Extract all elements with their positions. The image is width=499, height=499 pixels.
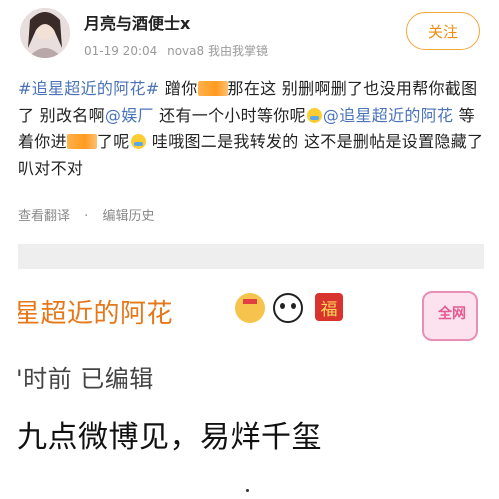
post-meta: 01-19 20:04 nova8 我由我掌镜 [84, 42, 274, 59]
follow-button[interactable]: 关注 [406, 12, 480, 50]
separator: · [84, 209, 89, 224]
mention-link[interactable]: @追星超近的阿花 [323, 106, 453, 125]
post-text: #追星超近的阿花# 蹭你 那在这 别删啊删了也没用帮你截图了 别改名啊@娱厂 还有… [18, 76, 488, 182]
post-actions: 查看翻译 · 编辑历史 [18, 205, 154, 224]
post-device: nova8 我由我掌镜 [167, 44, 268, 58]
crown-badge-icon [235, 293, 265, 323]
post-text-segment: 蹭你 [159, 79, 198, 98]
card-username: 星超近的阿花 [18, 299, 174, 329]
panda-badge-icon [273, 293, 303, 323]
mention-link[interactable]: @娱厂 [105, 106, 154, 125]
crying-emoji-icon [130, 134, 146, 149]
post-text-segment: 了呢 [96, 132, 130, 151]
tv-badge-label: 全网 [438, 306, 466, 322]
post-text-segment: 还有一个小时等你呢 [153, 105, 306, 125]
card-post-text: 九点微博见，易烊千玺 [18, 420, 322, 455]
avatar[interactable] [20, 8, 70, 58]
censor-mosaic [66, 134, 97, 149]
username[interactable]: 月亮与酒便士x [84, 10, 190, 34]
card-image: 星超近的阿花 福 全网 '时前 已编辑 九点微博见，易烊千玺 [18, 269, 484, 499]
censor-mosaic [197, 81, 228, 96]
translate-link[interactable]: 查看翻译 [18, 209, 70, 224]
card-dot [246, 489, 249, 492]
hashtag-link[interactable]: #追星超近的阿花# [18, 79, 160, 98]
tv-badge-icon: 全网 [422, 291, 478, 341]
card-timestamp: '时前 已编辑 [18, 365, 154, 393]
screenshot-card[interactable]: 星超近的阿花 福 全网 '时前 已编辑 九点微博见，易烊千玺 [18, 244, 484, 499]
edit-history-link[interactable]: 编辑历史 [102, 209, 154, 224]
post-date: 01-19 20:04 [84, 44, 158, 58]
fu-badge-icon: 福 [315, 293, 343, 321]
crying-emoji-icon [306, 107, 322, 123]
card-top-strip [18, 244, 484, 269]
avatar-photo [20, 8, 70, 58]
